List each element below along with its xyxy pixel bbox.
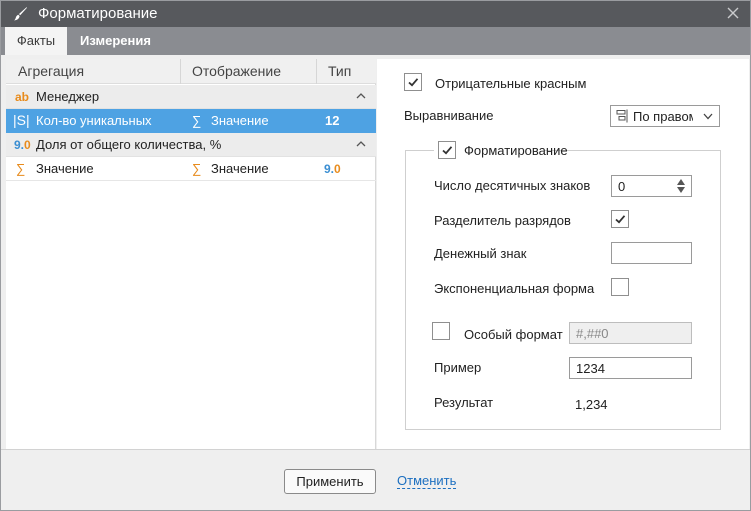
group-label: Менеджер bbox=[36, 89, 100, 104]
brush-icon bbox=[14, 7, 27, 21]
alignment-value: По правому bbox=[633, 109, 693, 124]
currency-label: Денежный знак bbox=[434, 246, 527, 261]
chevron-up-icon[interactable] bbox=[356, 91, 366, 101]
stepper-up-icon[interactable] bbox=[677, 179, 685, 185]
alignment-select[interactable]: По правому bbox=[610, 105, 720, 127]
group-label: Доля от общего количества, % bbox=[36, 137, 222, 152]
column-header-row: Агрегация Отображение Тип bbox=[6, 59, 376, 84]
thousands-separator-checkbox[interactable] bbox=[611, 210, 629, 228]
custom-format-field[interactable] bbox=[569, 322, 692, 344]
exponential-label: Экспоненциальная форма bbox=[434, 281, 595, 296]
negative-red-label: Отрицательные красным bbox=[435, 76, 587, 91]
number-type-icon: 9.0 bbox=[324, 162, 341, 176]
currency-field[interactable] bbox=[611, 242, 692, 264]
custom-format-label: Особый формат bbox=[464, 327, 563, 342]
tab-facts[interactable]: Факты bbox=[5, 27, 67, 55]
item-label: Значение bbox=[36, 161, 94, 176]
checkmark-icon bbox=[615, 215, 626, 224]
cancel-link[interactable]: Отменить bbox=[397, 473, 457, 489]
custom-format-checkbox[interactable] bbox=[432, 322, 450, 340]
stepper-down-icon[interactable] bbox=[677, 187, 685, 193]
item-type: 12 bbox=[325, 113, 340, 128]
alignment-label: Выравнивание bbox=[404, 108, 494, 123]
sum-icon: ∑ bbox=[192, 161, 202, 176]
item-display: Значение bbox=[211, 161, 269, 176]
text-type-icon: ab bbox=[15, 90, 30, 104]
format-settings-panel: Отрицательные красным Выравнивание По пр… bbox=[377, 59, 749, 449]
sample-field[interactable] bbox=[569, 357, 692, 379]
count-distinct-icon: |S| bbox=[13, 112, 30, 128]
title-bar: Форматирование bbox=[1, 1, 750, 27]
column-header-display[interactable]: Отображение bbox=[192, 63, 281, 79]
decimals-value: 0 bbox=[618, 179, 626, 194]
decimals-stepper[interactable]: 0 bbox=[611, 175, 692, 197]
column-divider[interactable] bbox=[316, 59, 317, 84]
list-item-count-distinct[interactable]: |S| Кол-во уникальных ∑ Значение 12 bbox=[6, 109, 376, 133]
checkmark-icon bbox=[442, 146, 453, 155]
item-label: Кол-во уникальных bbox=[36, 113, 152, 128]
formatting-legend: Форматирование bbox=[434, 140, 568, 162]
result-value: 1,234 bbox=[575, 397, 608, 412]
group-row-share[interactable]: 9.0 Доля от общего количества, % bbox=[6, 133, 376, 157]
apply-button[interactable]: Применить bbox=[284, 469, 376, 494]
close-icon[interactable] bbox=[725, 5, 741, 21]
list-item-value[interactable]: ∑ Значение ∑ Значение 9.0 bbox=[6, 157, 376, 181]
align-right-icon bbox=[616, 109, 628, 123]
formatting-group: Форматирование Число десятичных знаков 0… bbox=[405, 140, 721, 430]
result-label: Результат bbox=[434, 395, 494, 410]
sum-icon: ∑ bbox=[192, 113, 202, 128]
tab-bar: Факты Измерения bbox=[1, 27, 750, 55]
item-display: Значение bbox=[211, 113, 269, 128]
dialog-footer: Применить Отменить bbox=[1, 449, 750, 510]
formatting-checkbox[interactable] bbox=[438, 141, 456, 159]
facts-list-panel: Агрегация Отображение Тип ab Менеджер |S… bbox=[6, 59, 376, 449]
exponential-checkbox[interactable] bbox=[611, 278, 629, 296]
negative-red-checkbox[interactable] bbox=[404, 73, 422, 91]
chevron-up-icon[interactable] bbox=[356, 139, 366, 149]
decimals-label: Число десятичных знаков bbox=[434, 178, 591, 193]
thousands-separator-label: Разделитель разрядов bbox=[434, 213, 571, 228]
column-header-type[interactable]: Тип bbox=[328, 63, 351, 79]
chevron-down-icon bbox=[703, 113, 713, 120]
number-type-icon: 9.0 bbox=[14, 138, 31, 152]
dialog-title: Форматирование bbox=[38, 5, 158, 22]
sample-label: Пример bbox=[434, 360, 482, 375]
tab-dimensions[interactable]: Измерения bbox=[80, 27, 151, 55]
formatting-label: Форматирование bbox=[464, 143, 568, 158]
formatting-dialog: Форматирование Факты Измерения Агрегация… bbox=[0, 0, 751, 511]
sum-icon: ∑ bbox=[16, 161, 26, 176]
checkmark-icon bbox=[408, 78, 419, 87]
column-divider[interactable] bbox=[180, 59, 181, 84]
column-header-aggregation[interactable]: Агрегация bbox=[18, 63, 84, 79]
group-row-manager[interactable]: ab Менеджер bbox=[6, 85, 376, 109]
